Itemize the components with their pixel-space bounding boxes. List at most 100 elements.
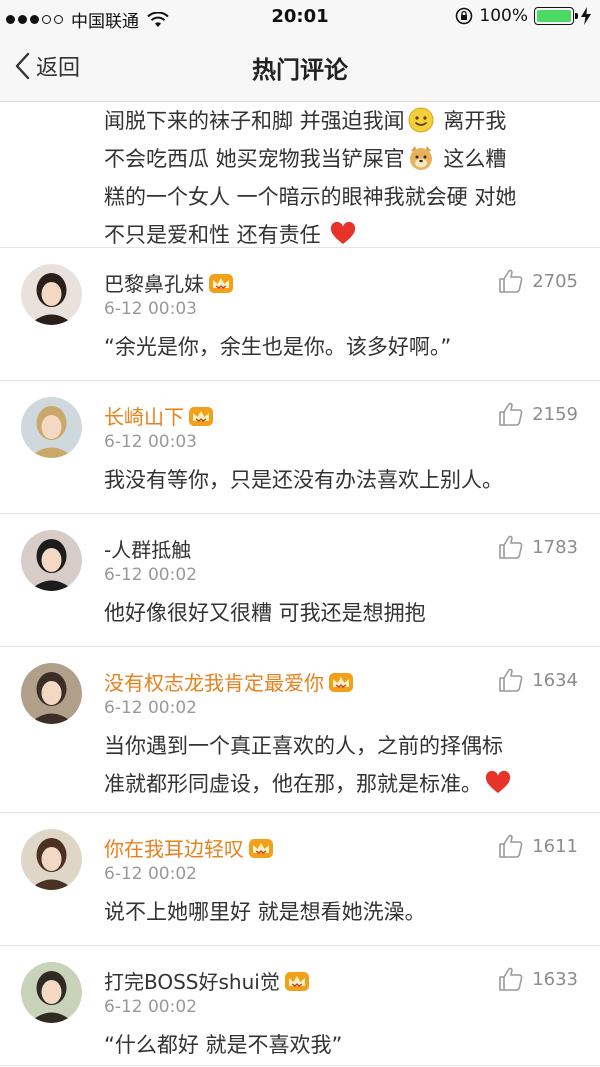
comment-username[interactable]: 巴黎鼻孔妹 (104, 268, 234, 297)
username-text: 长崎山下 (104, 405, 184, 429)
partial-line-text: 糕的一个女人 一个暗示的眼神我就会硬 对她 (104, 185, 517, 209)
crown-icon (284, 971, 309, 991)
comment-time: 6-12 00:02 (104, 864, 197, 884)
partial-line-text: 闻脱下来的袜子和脚 并强迫我闻 (104, 109, 405, 133)
comment-line: “什么都好 就是不喜欢我” (104, 1026, 574, 1064)
thumb-up-icon (499, 402, 523, 426)
comment-line: 准就都形同虚设，他在那，那就是标准。 (104, 765, 574, 803)
like-button[interactable]: 1783 (498, 534, 578, 560)
like-button[interactable]: 2159 (498, 401, 578, 427)
comment-time: 6-12 00:03 (104, 299, 197, 319)
comment-item[interactable]: -人群抵触 6-12 00:02 1783 他好像很好又很糟 可我还是想拥抱 (0, 514, 600, 647)
comment-line: 当你遇到一个真正喜欢的人，之前的择偶标 (104, 727, 574, 765)
like-button[interactable]: 1633 (498, 966, 578, 992)
like-count: 1634 (532, 669, 578, 691)
partial-line: 糕的一个女人 一个暗示的眼神我就会硬 对她 (104, 178, 574, 216)
crown-icon (209, 273, 233, 293)
comment-username[interactable]: 你在我耳边轻叹 (104, 833, 274, 862)
comment-time: 6-12 00:02 (104, 698, 197, 718)
avatar[interactable] (21, 397, 82, 458)
like-button[interactable]: 1611 (498, 833, 578, 859)
nav-bar: 返回 热门评论 (0, 34, 600, 102)
page-title: 热门评论 (252, 56, 348, 84)
heart-emoji-icon (485, 770, 511, 793)
user-avatar-image (21, 663, 82, 724)
username-text: 你在我耳边轻叹 (104, 837, 244, 861)
avatar[interactable] (21, 264, 82, 325)
thumb-up-icon (499, 967, 523, 991)
comment-list[interactable]: 闻脱下来的袜子和脚 并强迫我闻 离开我 不会吃西瓜 她买宠物我当铲屎官 这么糟 … (0, 102, 600, 1067)
comment-username[interactable]: 长崎山下 (104, 401, 214, 430)
comment-username[interactable]: 打完BOSS好shui觉 (104, 966, 310, 995)
comment-item[interactable]: 巴黎鼻孔妹 6-12 00:03 2705 “余光是你，余生也是你。该多好啊。” (0, 248, 600, 381)
partial-line-text: 不只是爱和性 还有责任 (104, 223, 328, 247)
like-count: 1633 (532, 968, 578, 990)
smile-emoji-icon (408, 107, 434, 133)
comment-item[interactable]: 打完BOSS好shui觉 6-12 00:02 1633 “什么都好 就是不喜欢… (0, 946, 600, 1066)
comment-time: 6-12 00:03 (104, 432, 197, 452)
comment-line-text: 说不上她哪里好 就是想看她洗澡。 (104, 900, 426, 924)
like-count: 1783 (532, 536, 578, 558)
comment-line-text: 准就都形同虚设，他在那，那就是标准。 (104, 772, 482, 796)
comment-line-text: “什么都好 就是不喜欢我” (104, 1033, 343, 1057)
comment-username[interactable]: 没有权志龙我肯定最爱你 (104, 667, 354, 696)
username-text: -人群抵触 (104, 538, 192, 562)
comment-text: “余光是你，余生也是你。该多好啊。” (104, 328, 574, 366)
partial-comment-text: 闻脱下来的袜子和脚 并强迫我闻 离开我 不会吃西瓜 她买宠物我当铲屎官 这么糟 … (104, 102, 574, 254)
avatar[interactable] (21, 829, 82, 890)
comment-line-text: 他好像很好又很糟 可我还是想拥抱 (104, 601, 426, 625)
username-text: 打完BOSS好shui觉 (104, 970, 280, 994)
comment-line: 我没有等你，只是还没有办法喜欢上别人。 (104, 461, 574, 499)
avatar[interactable] (21, 530, 82, 591)
doge-emoji-icon (409, 146, 432, 170)
comment-time: 6-12 00:02 (104, 565, 197, 585)
rotation-lock-icon (456, 7, 473, 25)
partial-line: 闻脱下来的袜子和脚 并强迫我闻 离开我 (104, 102, 574, 140)
like-button[interactable]: 2705 (498, 268, 578, 294)
avatar[interactable] (21, 663, 82, 724)
battery-icon (534, 7, 578, 25)
user-avatar-image (21, 264, 82, 325)
user-avatar-image (21, 962, 82, 1023)
comment-username[interactable]: -人群抵触 (104, 534, 191, 563)
username-text: 巴黎鼻孔妹 (104, 272, 204, 296)
heart-emoji-icon (331, 221, 356, 244)
partial-comment: 闻脱下来的袜子和脚 并强迫我闻 离开我 不会吃西瓜 她买宠物我当铲屎官 这么糟 … (0, 102, 600, 248)
comment-line: 他好像很好又很糟 可我还是想拥抱 (104, 594, 574, 632)
user-avatar-image (21, 397, 82, 458)
comment-time: 6-12 00:02 (104, 997, 197, 1017)
user-avatar-image (21, 829, 82, 890)
avatar[interactable] (21, 962, 82, 1023)
crown-icon (249, 838, 273, 858)
comment-line: “余光是你，余生也是你。该多好啊。” (104, 328, 574, 366)
thumb-up-icon (499, 269, 523, 293)
like-count: 1611 (532, 835, 578, 857)
crown-icon (189, 406, 213, 426)
thumb-up-icon (499, 834, 523, 858)
partial-line-text: 离开我 (436, 109, 507, 133)
comment-text: 当你遇到一个真正喜欢的人，之前的择偶标准就都形同虚设，他在那，那就是标准。 (104, 727, 574, 803)
status-right: 100% (455, 6, 592, 26)
username-text: 没有权志龙我肯定最爱你 (104, 671, 324, 695)
comment-line-text: “余光是你，余生也是你。该多好啊。” (104, 335, 452, 359)
status-bar: 中国联通 20:01 100% (0, 0, 600, 34)
comment-text: “什么都好 就是不喜欢我” (104, 1026, 574, 1064)
crown-icon (329, 672, 353, 692)
comments-container: 巴黎鼻孔妹 6-12 00:03 2705 “余光是你，余生也是你。该多好啊。” (0, 248, 600, 1066)
user-avatar-image (21, 530, 82, 591)
comment-item[interactable]: 长崎山下 6-12 00:03 2159 我没有等你，只是还没有办法喜欢上别人。 (0, 381, 600, 514)
like-count: 2159 (532, 403, 578, 425)
comment-line-text: 我没有等你，只是还没有办法喜欢上别人。 (104, 468, 503, 492)
comment-item[interactable]: 没有权志龙我肯定最爱你 6-12 00:02 1634 当你遇到一个真正喜欢的人… (0, 647, 600, 813)
partial-line-text: 这么糟 (436, 147, 507, 171)
partial-line: 不会吃西瓜 她买宠物我当铲屎官 这么糟 (104, 140, 574, 178)
like-button[interactable]: 1634 (498, 667, 578, 693)
comment-line: 说不上她哪里好 就是想看她洗澡。 (104, 893, 574, 931)
comment-item[interactable]: 你在我耳边轻叹 6-12 00:02 1611 说不上她哪里好 就是想看她洗澡。 (0, 813, 600, 946)
comment-text: 我没有等你，只是还没有办法喜欢上别人。 (104, 461, 574, 499)
comment-text: 说不上她哪里好 就是想看她洗澡。 (104, 893, 574, 931)
like-count: 2705 (532, 270, 578, 292)
charging-bolt-icon (581, 7, 591, 25)
thumb-up-icon (499, 535, 523, 559)
thumb-up-icon (499, 668, 523, 692)
